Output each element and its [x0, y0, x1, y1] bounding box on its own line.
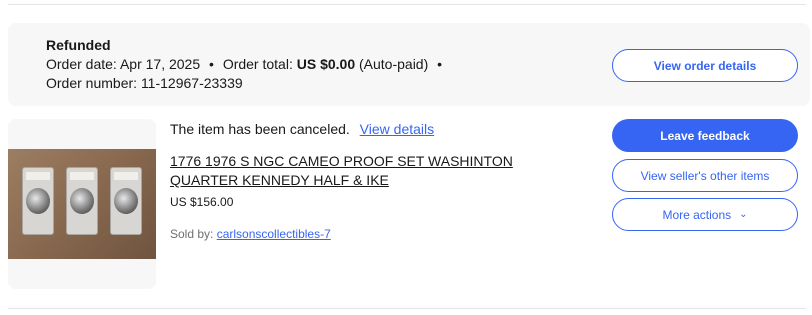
order-date-label: Order date:	[46, 56, 117, 72]
item-price: US $156.00	[170, 195, 234, 209]
order-date: Apr 17, 2025	[119, 56, 201, 72]
order-number-line: Order number: 11-12967-23339	[46, 75, 243, 91]
order-meta-line: Order date: Apr 17, 2025 • Order total: …	[46, 56, 447, 72]
more-actions-button[interactable]: More actions ⌄	[612, 198, 798, 231]
leave-feedback-button[interactable]: Leave feedback	[612, 119, 798, 152]
seller-link[interactable]: carlsonscollectibles-7	[217, 227, 331, 241]
bottom-divider	[8, 308, 806, 309]
separator-dot: •	[437, 56, 443, 72]
sold-by-label: Sold by:	[170, 227, 214, 241]
view-details-link[interactable]: View details	[360, 121, 434, 137]
order-total-label: Order total:	[222, 56, 293, 72]
item-title-link[interactable]: 1776 1976 S NGC CAMEO PROOF SET WASHINTO…	[170, 152, 570, 190]
order-page: Refunded Order date: Apr 17, 2025 • Orde…	[0, 0, 812, 315]
view-seller-items-button[interactable]: View seller's other items	[612, 159, 798, 192]
order-header: Refunded Order date: Apr 17, 2025 • Orde…	[8, 23, 810, 106]
order-number-label: Order number:	[46, 75, 138, 91]
more-actions-label: More actions	[662, 207, 732, 222]
coin-set-image	[8, 149, 156, 259]
payment-note: (Auto-paid)	[359, 56, 429, 72]
cancel-message-text: The item has been canceled.	[170, 121, 350, 137]
top-divider	[8, 4, 806, 5]
view-order-details-button[interactable]: View order details	[612, 49, 798, 82]
separator-dot: •	[209, 56, 214, 72]
coin-slab	[22, 167, 54, 235]
order-total: US $0.00	[296, 56, 356, 72]
item-thumbnail[interactable]	[8, 119, 156, 289]
cancel-message: The item has been canceled. View details	[170, 121, 434, 137]
chevron-down-icon: ⌄	[739, 209, 748, 220]
order-status: Refunded	[46, 37, 111, 53]
seller-info: Sold by: carlsonscollectibles-7	[170, 227, 331, 241]
coin-slab	[66, 167, 98, 235]
coin-slab	[110, 167, 142, 235]
order-number: 11-12967-23339	[140, 75, 243, 91]
